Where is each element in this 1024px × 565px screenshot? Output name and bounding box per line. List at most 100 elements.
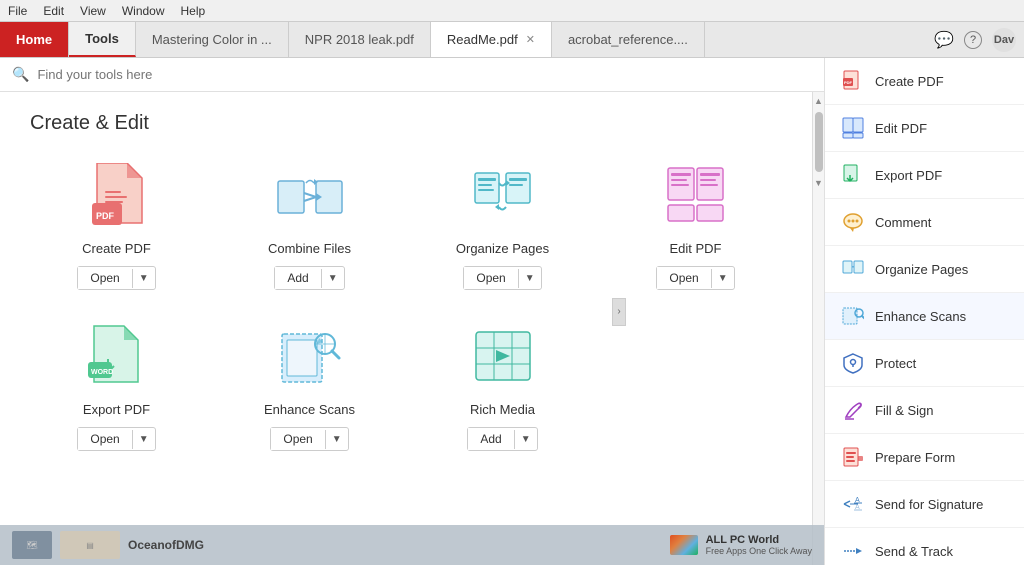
tab-npr[interactable]: NPR 2018 leak.pdf [289, 22, 431, 57]
tab-readme[interactable]: ReadMe.pdf ✕ [431, 22, 552, 57]
right-item-organize[interactable]: Organize Pages [825, 246, 1024, 293]
edit-pdf-btn-group: Open ▼ [656, 266, 734, 290]
scroll-down-icon[interactable]: ▼ [812, 176, 824, 190]
combine-arrow-btn[interactable]: ▼ [321, 269, 344, 288]
scroll-up-icon[interactable]: ▲ [812, 94, 824, 108]
menu-window[interactable]: Window [122, 4, 165, 18]
scroll-track: ▲ ▼ [812, 92, 824, 565]
tab-mastering[interactable]: Mastering Color in ... [136, 22, 289, 57]
user-avatar[interactable]: Dav [992, 28, 1016, 52]
edit-pdf-label: Edit PDF [669, 241, 721, 256]
section-title: Create & Edit [30, 112, 782, 135]
tools-content: Create & Edit [0, 92, 812, 565]
right-item-prepare-form[interactable]: Prepare Form [825, 434, 1024, 481]
rich-media-add-btn[interactable]: Add [468, 428, 513, 450]
tools-grid-row2: WORD Export PDF Open ▼ [30, 320, 782, 451]
menu-help[interactable]: Help [181, 4, 206, 18]
rich-media-arrow-btn[interactable]: ▼ [514, 430, 537, 449]
menu-bar: File Edit View Window Help [0, 0, 1024, 22]
svg-text:PDF: PDF [96, 211, 115, 221]
help-icon[interactable]: ? [964, 31, 982, 49]
tools-grid-row1: PDF Create PDF Open ▼ [30, 159, 782, 290]
right-item-fill-sign[interactable]: Fill & Sign [825, 387, 1024, 434]
svg-text:PDF: PDF [844, 80, 853, 85]
right-item-protect[interactable]: Protect [825, 340, 1024, 387]
panel-toggle-btn[interactable]: › [612, 298, 626, 326]
right-send-track-label: Send & Track [875, 544, 953, 559]
right-enhance-icon [841, 304, 865, 328]
tab-bar: Home Tools Mastering Color in ... NPR 20… [0, 22, 1024, 58]
right-comment-icon [841, 210, 865, 234]
right-prepare-form-icon [841, 445, 865, 469]
right-panel: PDF Create PDF Edit PDF [824, 58, 1024, 565]
tool-edit-pdf: Edit PDF Open ▼ [609, 159, 782, 290]
right-edit-pdf-label: Edit PDF [875, 121, 927, 136]
main-layout: 🔍 Create & Edit [0, 58, 1024, 565]
tab-home[interactable]: Home [0, 22, 69, 57]
right-item-edit-pdf[interactable]: Edit PDF [825, 105, 1024, 152]
organize-btn-group: Open ▼ [463, 266, 541, 290]
export-pdf-label: Export PDF [83, 402, 150, 417]
scroll-thumb[interactable] [815, 112, 823, 172]
edit-pdf-icon [660, 159, 732, 231]
create-pdf-btn-group: Open ▼ [77, 266, 155, 290]
right-create-pdf-icon: PDF [841, 69, 865, 93]
chat-icon[interactable]: 💬 [934, 30, 954, 50]
combine-btn-group: Add ▼ [274, 266, 344, 290]
tab-tools[interactable]: Tools [69, 22, 136, 57]
right-send-sig-label: Send for Signature [875, 497, 983, 512]
right-send-track-icon [841, 539, 865, 563]
edit-pdf-arrow-btn[interactable]: ▼ [711, 269, 734, 288]
svg-text:WORD: WORD [91, 369, 113, 376]
export-pdf-btn-group: Open ▼ [77, 427, 155, 451]
watermark-right-text: ALL PC World Free Apps One Click Away [706, 534, 812, 556]
enhance-scans-icon [274, 320, 346, 392]
enhance-scans-btn-group: Open ▼ [270, 427, 348, 451]
organize-arrow-btn[interactable]: ▼ [518, 269, 541, 288]
right-create-pdf-label: Create PDF [875, 74, 944, 89]
menu-view[interactable]: View [80, 4, 106, 18]
right-item-comment[interactable]: Comment [825, 199, 1024, 246]
right-item-send-sig[interactable]: A A Send for Signature [825, 481, 1024, 528]
search-bar: 🔍 [0, 58, 824, 92]
watermark-map-thumb: 🗺 [12, 531, 52, 559]
tab-right-actions: 💬 ? Dav [926, 22, 1024, 57]
right-item-export-pdf[interactable]: Export PDF [825, 152, 1024, 199]
menu-edit[interactable]: Edit [43, 4, 64, 18]
enhance-scans-open-btn[interactable]: Open [271, 428, 324, 450]
close-readme-icon[interactable]: ✕ [526, 33, 535, 46]
right-protect-icon [841, 351, 865, 375]
right-send-sig-icon: A A [841, 492, 865, 516]
tab-acrobat[interactable]: acrobat_reference.... [552, 22, 705, 57]
export-pdf-icon: WORD [81, 320, 153, 392]
create-pdf-icon: PDF [81, 159, 153, 231]
organize-open-btn[interactable]: Open [464, 267, 517, 289]
right-organize-icon [841, 257, 865, 281]
export-pdf-open-btn[interactable]: Open [78, 428, 131, 450]
edit-pdf-open-btn[interactable]: Open [657, 267, 710, 289]
right-enhance-label: Enhance Scans [875, 309, 966, 324]
right-item-enhance[interactable]: Enhance Scans [825, 293, 1024, 340]
create-pdf-open-btn[interactable]: Open [78, 267, 131, 289]
combine-add-btn[interactable]: Add [275, 267, 320, 289]
watermark-overlay: 🗺 ▤ OceanofDMG ALL PC World Free Apps On… [0, 525, 824, 565]
enhance-scans-arrow-btn[interactable]: ▼ [325, 430, 348, 449]
right-item-create-pdf[interactable]: PDF Create PDF [825, 58, 1024, 105]
combine-label: Combine Files [268, 241, 351, 256]
right-edit-pdf-icon [841, 116, 865, 140]
right-protect-label: Protect [875, 356, 916, 371]
watermark-thumb2: ▤ [60, 531, 120, 559]
search-input[interactable] [37, 67, 812, 82]
combine-icon [274, 159, 346, 231]
watermark-site-name: OceanofDMG [128, 538, 204, 552]
tool-create-pdf: PDF Create PDF Open ▼ [30, 159, 203, 290]
export-pdf-arrow-btn[interactable]: ▼ [132, 430, 155, 449]
right-item-send-track[interactable]: Send & Track [825, 528, 1024, 565]
menu-file[interactable]: File [8, 4, 27, 18]
right-export-pdf-icon [841, 163, 865, 187]
create-pdf-arrow-btn[interactable]: ▼ [132, 269, 155, 288]
right-fill-sign-label: Fill & Sign [875, 403, 934, 418]
tool-combine: Combine Files Add ▼ [223, 159, 396, 290]
organize-icon [467, 159, 539, 231]
rich-media-icon [467, 320, 539, 392]
